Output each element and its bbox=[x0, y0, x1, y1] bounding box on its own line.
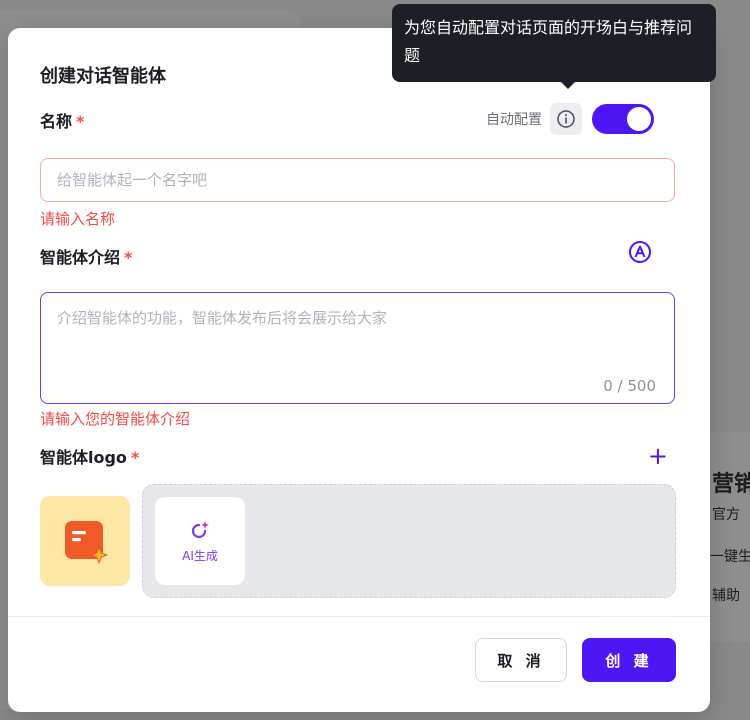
auto-config-tooltip: 为您自动配置对话页面的开场白与推荐问题 bbox=[392, 4, 716, 82]
ai-assist-icon[interactable] bbox=[628, 240, 652, 264]
name-error: 请输入名称 bbox=[40, 210, 116, 228]
agent-logo-icon bbox=[65, 521, 109, 565]
name-label: 名称 * bbox=[40, 112, 85, 131]
auto-config-label: 自动配置 bbox=[486, 112, 542, 128]
required-mark: * bbox=[130, 448, 140, 467]
char-counter: 0 / 500 bbox=[603, 377, 656, 395]
intro-error: 请输入您的智能体介绍 bbox=[40, 410, 191, 428]
ai-generate-button[interactable]: AI生成 bbox=[155, 497, 245, 585]
logo-upload-area[interactable]: AI生成 bbox=[142, 484, 676, 598]
dialog-title: 创建对话智能体 bbox=[40, 66, 166, 87]
logo-label: 智能体logo * bbox=[40, 448, 140, 467]
info-icon[interactable] bbox=[550, 103, 582, 135]
intro-placeholder: 介绍智能体的功能，智能体发布后将会展示给大家 bbox=[57, 309, 388, 327]
intro-label: 智能体介绍 * bbox=[40, 248, 133, 267]
name-input[interactable]: 给智能体起一个名字吧 bbox=[40, 158, 675, 202]
toggle-knob bbox=[627, 107, 651, 131]
logo-preview[interactable] bbox=[40, 496, 130, 586]
footer-divider bbox=[8, 616, 710, 617]
required-mark: * bbox=[124, 248, 133, 267]
create-button[interactable]: 创 建 bbox=[582, 638, 676, 682]
tooltip-arrow bbox=[560, 81, 576, 89]
auto-config-toggle[interactable] bbox=[592, 104, 654, 134]
auto-config-row: 自动配置 bbox=[486, 102, 654, 136]
create-agent-dialog: 创建对话智能体 名称 * 自动配置 给智能体起一个名字吧 请输入名称 智能体介绍 *… bbox=[8, 28, 710, 712]
ai-generate-label: AI生成 bbox=[182, 548, 218, 563]
required-mark: * bbox=[76, 112, 85, 131]
add-logo-icon[interactable]: + bbox=[648, 444, 668, 468]
ai-refresh-sparkle-icon bbox=[191, 520, 209, 538]
cancel-button[interactable]: 取 消 bbox=[475, 638, 567, 682]
intro-textarea[interactable]: 介绍智能体的功能，智能体发布后将会展示给大家 0 / 500 bbox=[40, 292, 675, 404]
